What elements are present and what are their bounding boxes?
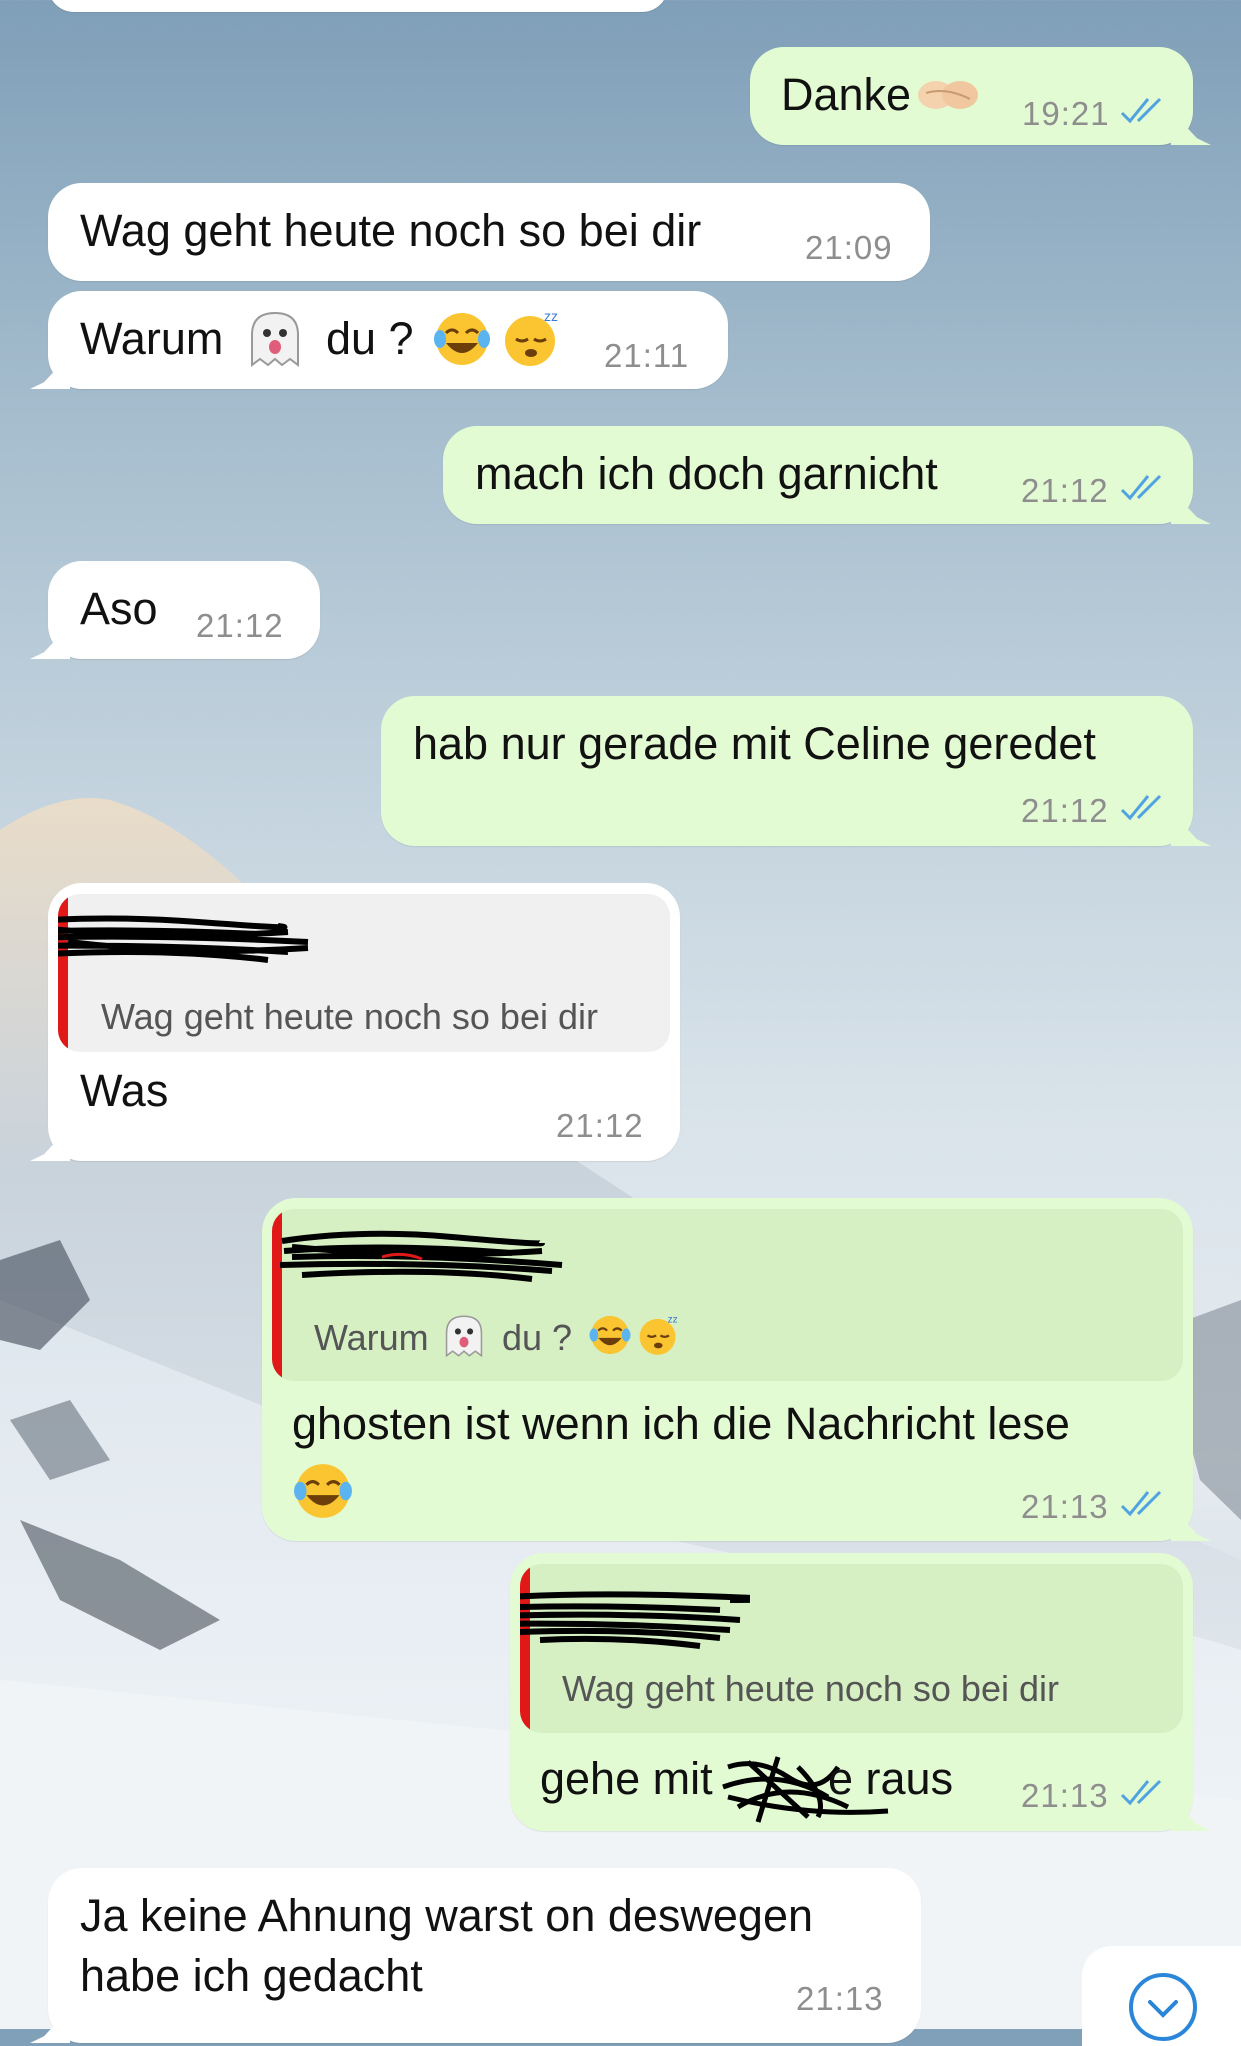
- message-text: Danke: [781, 69, 912, 120]
- message-time: 21:13: [1021, 1777, 1109, 1814]
- sleeping-icon: zz: [505, 308, 558, 366]
- ghost-icon: [445, 1315, 483, 1358]
- tears-of-joy-icon: [434, 313, 490, 365]
- ghost-icon: [251, 311, 299, 367]
- read-receipt-icon: [1120, 97, 1162, 124]
- scroll-to-bottom-button[interactable]: [1082, 1946, 1241, 2046]
- message-text-line-1: Ja keine Ahnung warst on deswegen: [80, 1890, 814, 1941]
- sleeping-icon: zz: [639, 1315, 678, 1355]
- message-text: Warum: [80, 313, 224, 364]
- quoted-message[interactable]: Wag geht heute noch so bei dir: [520, 1564, 1183, 1733]
- message-bubble-outgoing[interactable]: hab nur gerade mit Celine geredet 21:12: [381, 696, 1193, 846]
- read-receipt-icon: [1120, 794, 1162, 821]
- quoted-text-2: du ?: [502, 1317, 573, 1358]
- message-time: 21:13: [796, 1980, 884, 2017]
- quoted-text: Warum: [314, 1317, 429, 1358]
- message-time: 21:13: [1021, 1488, 1109, 1525]
- message-bubble-outgoing-reply[interactable]: Warum du ? zz ghosten ist wenn ich die N…: [262, 1198, 1193, 1541]
- message-time: 21:12: [556, 1107, 644, 1144]
- message-time: 21:12: [196, 607, 284, 644]
- quoted-text: Wag geht heute noch so bei dir: [562, 1668, 1059, 1709]
- tears-of-joy-icon: [294, 1464, 352, 1518]
- message-time: 21:12: [1021, 792, 1109, 829]
- svg-text:zz: zz: [544, 308, 558, 324]
- read-receipt-icon: [1120, 474, 1162, 501]
- message-text: Was: [80, 1065, 169, 1116]
- chevron-down-icon: [1129, 1973, 1197, 2041]
- handshake-icon: [918, 81, 978, 109]
- read-receipt-icon: [1120, 1490, 1162, 1517]
- read-receipt-icon: [1120, 1779, 1162, 1806]
- message-bubble-incoming-reply[interactable]: Wag geht heute noch so bei dir Was 21:12: [48, 883, 680, 1161]
- quoted-text: Wag geht heute noch so bei dir: [101, 996, 598, 1037]
- message-text: hab nur gerade mit Celine geredet: [413, 718, 1096, 769]
- message-time: 21:12: [1021, 472, 1109, 509]
- message-bubble-outgoing[interactable]: Danke 19:21: [750, 47, 1193, 145]
- quoted-message[interactable]: Wag geht heute noch so bei dir: [58, 894, 670, 1052]
- message-time: 21:11: [604, 337, 690, 374]
- message-text: gehe mit: [540, 1753, 713, 1804]
- svg-text:zz: zz: [668, 1315, 678, 1326]
- message-text: Aso: [80, 583, 158, 634]
- redacted-sender-name: [520, 1591, 750, 1649]
- message-time: 19:21: [1022, 95, 1110, 132]
- message-text-2: e raus: [828, 1753, 954, 1804]
- message-bubble-incoming[interactable]: Warum du ? zz 21:11: [48, 291, 728, 389]
- message-time: 21:09: [805, 229, 893, 266]
- message-bubble-incoming[interactable]: Ja keine Ahnung warst on deswegen habe i…: [48, 1868, 921, 2043]
- tears-of-joy-icon: [589, 1315, 631, 1355]
- message-text-line-2: habe ich gedacht: [80, 1950, 423, 2001]
- message-bubble-outgoing[interactable]: mach ich doch garnicht 21:12: [443, 426, 1193, 524]
- message-text: mach ich doch garnicht: [475, 448, 938, 499]
- redacted-sender-name: [279, 1230, 563, 1282]
- quoted-message[interactable]: Warum du ? zz: [272, 1209, 1183, 1381]
- redacted-sender-name: [58, 915, 309, 963]
- message-bubble-partial[interactable]: [48, 0, 668, 12]
- message-text-2: du ?: [326, 313, 414, 364]
- message-bubble-outgoing-reply[interactable]: Wag geht heute noch so bei dir gehe mit …: [510, 1553, 1193, 1831]
- message-bubble-incoming[interactable]: Wag geht heute noch so bei dir 21:09: [48, 183, 930, 281]
- message-text: Wag geht heute noch so bei dir: [80, 205, 702, 256]
- message-bubble-incoming[interactable]: Aso 21:12: [48, 561, 320, 659]
- message-text: ghosten ist wenn ich die Nachricht lese: [292, 1398, 1070, 1449]
